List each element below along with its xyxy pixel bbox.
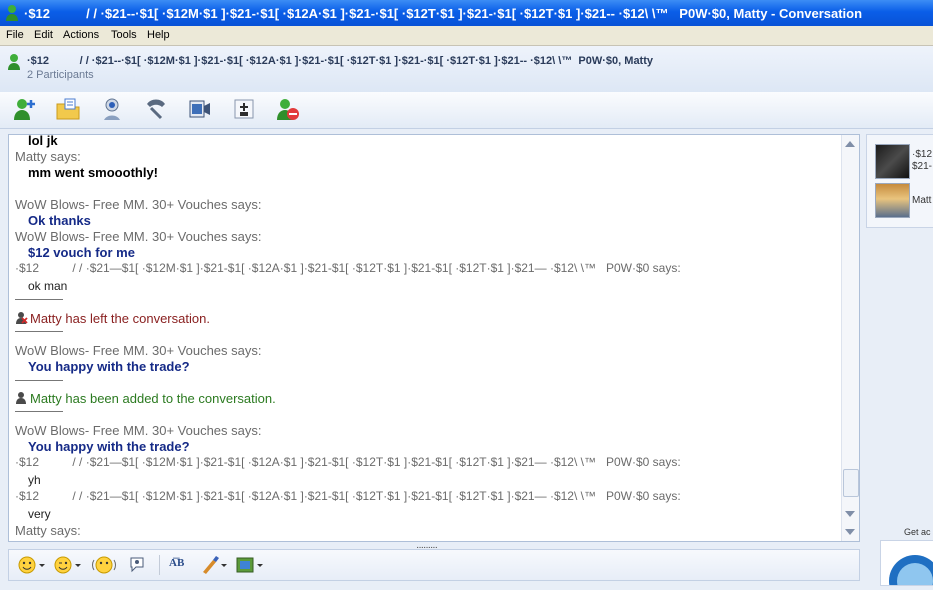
input-toolbar: A͞B xyxy=(8,549,860,581)
status-message: Matty has been added to the conversation… xyxy=(30,391,276,406)
participant-pane: ·$12 $21- Matt xyxy=(866,134,933,228)
sender-line: WoW Blows- Free MM. 30+ Vouches says: xyxy=(15,343,262,358)
scroll-thumb[interactable] xyxy=(843,469,859,497)
block-contact-icon[interactable] xyxy=(275,96,301,122)
participant-avatar[interactable] xyxy=(875,144,910,179)
title-bar: ·$12 / / ·$21--·$1[ ·$12M·$1 ]·$21-·$1[ … xyxy=(0,0,933,26)
scroll-bottom-arrow[interactable] xyxy=(845,529,855,535)
sender-line: ·$12 / / ·$21—$1[ ·$12M·$1 ]·$21-$1[ ·$1… xyxy=(15,455,681,469)
message-text: $12 vouch for me xyxy=(28,245,135,260)
ad-logo[interactable] xyxy=(880,540,933,590)
sender-line: ·$12 / / ·$21—$1[ ·$12M·$1 ]·$21-$1[ ·$1… xyxy=(15,261,681,275)
video-call-icon[interactable] xyxy=(99,96,125,122)
menu-edit[interactable]: Edit xyxy=(34,29,53,41)
phone-call-icon[interactable] xyxy=(143,96,169,122)
divider xyxy=(15,411,63,412)
invite-contact-icon[interactable] xyxy=(12,96,38,122)
contact-left-icon xyxy=(15,311,28,328)
menu-actions[interactable]: Actions xyxy=(63,29,99,41)
message-list: lol jk Matty says: mm went smooothly! Wo… xyxy=(15,135,835,541)
toolbar-divider xyxy=(159,555,160,575)
menu-bar: File Edit Actions Tools Help xyxy=(0,26,933,46)
scroll-up-arrow[interactable] xyxy=(845,141,855,147)
ad-text[interactable]: Get ac xyxy=(904,527,931,537)
message-text: lol jk xyxy=(28,134,58,148)
display-picture-icon[interactable] xyxy=(235,554,265,576)
message-text: mm went smooothly! xyxy=(28,165,159,180)
window-title: ·$12 / / ·$21--·$1[ ·$12M·$1 ]·$21-·$1[ … xyxy=(24,6,863,21)
participant-count: 2 Participants xyxy=(27,69,94,81)
messenger-icon xyxy=(4,4,20,25)
nudge-icon[interactable] xyxy=(91,554,117,576)
sender-line: WoW Blows- Free MM. 30+ Vouches says: xyxy=(15,229,262,244)
send-files-icon[interactable] xyxy=(55,96,81,122)
participant-name: ·$12 $21- xyxy=(912,149,933,172)
message-text: ok man xyxy=(28,279,68,293)
chat-scrollbar[interactable] xyxy=(841,135,859,541)
voice-clip-icon[interactable] xyxy=(127,554,149,576)
participant-name: Matt xyxy=(912,195,932,206)
games-icon[interactable] xyxy=(231,96,257,122)
chat-history[interactable]: lol jk Matty says: mm went smooothly! Wo… xyxy=(8,134,860,542)
contact-added-icon xyxy=(15,391,28,408)
menu-tools[interactable]: Tools xyxy=(111,29,137,41)
message-text: You happy with the trade? xyxy=(28,359,190,374)
participant-avatar[interactable] xyxy=(875,183,910,218)
conversation-header: ·$12 / / ·$21--·$1[ ·$12M·$1 ]·$21-·$1[ … xyxy=(0,46,933,92)
message-text: You happy with the trade? xyxy=(28,439,190,454)
emoticon-icon[interactable] xyxy=(17,554,47,576)
contact-icon xyxy=(6,53,22,76)
divider xyxy=(15,331,63,332)
sender-line: WoW Blows- Free MM. 30+ Vouches says: xyxy=(15,423,262,438)
divider xyxy=(15,380,63,381)
sender-line: ·$12 / / ·$21—$1[ ·$12M·$1 ]·$21-$1[ ·$1… xyxy=(15,489,681,503)
wink-icon[interactable] xyxy=(53,554,83,576)
menu-help[interactable]: Help xyxy=(147,29,170,41)
status-message: Matty has left the conversation. xyxy=(30,311,210,326)
font-button[interactable]: A͞B xyxy=(169,557,184,579)
menu-file[interactable]: File xyxy=(6,29,24,41)
message-text: very xyxy=(28,507,51,521)
conversation-toolbar xyxy=(0,92,933,129)
sender-line: Matty says: xyxy=(15,149,81,164)
scroll-down-arrow[interactable] xyxy=(845,511,855,517)
sender-line: Matty says: xyxy=(15,523,81,538)
sender-line: WoW Blows- Free MM. 30+ Vouches says: xyxy=(15,197,262,212)
message-text: yh xyxy=(28,473,41,487)
divider xyxy=(15,299,63,300)
background-brush-icon[interactable] xyxy=(199,554,229,576)
contact-name: ·$12 / / ·$21--·$1[ ·$12M·$1 ]·$21-·$1[ … xyxy=(27,55,654,67)
message-text: Ok thanks xyxy=(28,213,91,228)
video-clip-icon[interactable] xyxy=(187,96,213,122)
